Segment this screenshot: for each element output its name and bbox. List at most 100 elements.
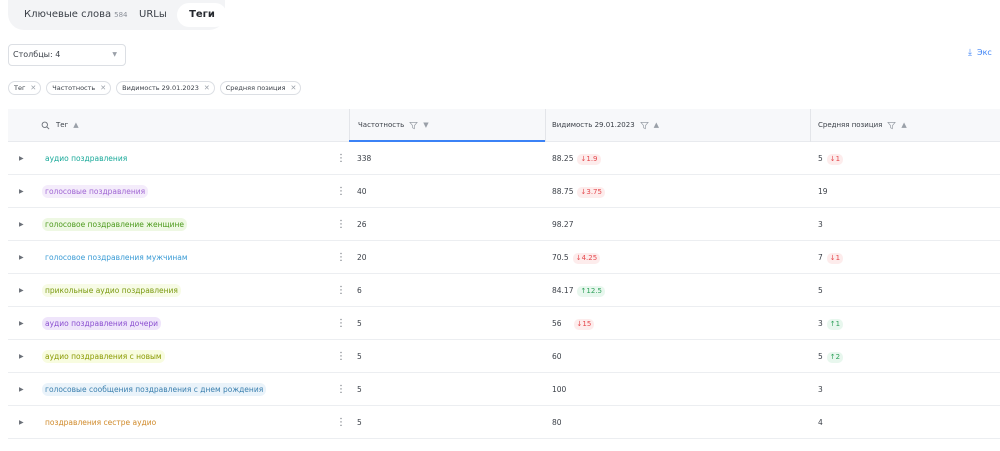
expand-icon[interactable]: ▶ — [19, 307, 24, 340]
tag-pill[interactable]: аудио поздравления — [42, 152, 131, 165]
expand-icon[interactable]: ▶ — [19, 241, 24, 274]
visibility-cell: 56 ↓15 — [552, 307, 595, 340]
tab-urls[interactable]: URLы — [139, 5, 167, 25]
visibility-cell: 84.17 ↑12.5 — [552, 274, 605, 307]
position-cell: 7 ↓1 — [818, 241, 844, 274]
visibility-cell: 88.25 ↓1.9 — [552, 142, 601, 175]
header-visibility[interactable]: Видимость 29.01.2023 ▲ — [552, 109, 659, 142]
visibility-delta-value: 12.5 — [586, 286, 602, 295]
visibility-value: 80 — [552, 418, 562, 427]
filter-icon[interactable] — [409, 121, 419, 130]
row-menu-icon[interactable]: ⋮ — [336, 406, 346, 439]
header-position[interactable]: Средняя позиция ▲ — [818, 109, 907, 142]
position-value: 3 — [818, 319, 823, 328]
frequency-cell: 5 — [357, 385, 362, 394]
visibility-value: 88.75 — [552, 187, 574, 196]
row-menu-icon[interactable]: ⋮ — [336, 307, 346, 340]
export-button[interactable]: ⤓ Экс — [968, 48, 992, 58]
chip-tag: Тег ✕ — [8, 81, 42, 95]
chevron-down-icon: ▼ — [112, 51, 117, 58]
visibility-value: 84.17 — [552, 286, 574, 295]
frequency-cell: 5 — [357, 352, 362, 361]
close-icon[interactable]: ✕ — [291, 82, 297, 94]
tag-pill[interactable]: голосовое поздравления мужчинам — [42, 251, 191, 264]
header-tag[interactable]: Тег ▲ — [41, 109, 79, 142]
table-row[interactable]: ▶ голосовое поздравления мужчинам ⋮ 20 70.5 ↓… — [8, 241, 1000, 274]
tag-pill[interactable]: поздравления сестре аудио — [42, 416, 160, 429]
visibility-cell: 100 — [552, 373, 566, 406]
frequency-cell: 26 — [357, 220, 367, 229]
visibility-delta-value: 15 — [582, 319, 592, 328]
table-row[interactable]: ▶ голосовые поздравления ⋮ 40 88.75 ↓3.75 19 — [8, 175, 1000, 208]
filter-icon[interactable] — [639, 121, 649, 130]
header-visibility-label: Видимость 29.01.2023 — [552, 121, 635, 129]
columns-select[interactable]: Столбцы: 4 ▼ — [8, 44, 126, 66]
filter-icon[interactable] — [887, 121, 897, 130]
expand-icon[interactable]: ▶ — [19, 142, 24, 175]
visibility-delta-value: 3.75 — [586, 187, 602, 196]
row-menu-icon[interactable]: ⋮ — [336, 274, 346, 307]
position-value: 3 — [818, 220, 823, 229]
row-menu-icon[interactable]: ⋮ — [336, 373, 346, 406]
visibility-value: 60 — [552, 352, 562, 361]
position-cell: 5 ↑2 — [818, 340, 844, 373]
close-icon[interactable]: ✕ — [204, 82, 210, 94]
position-delta-value: 1 — [835, 319, 841, 328]
header-frequency[interactable]: Частотность ▼ — [358, 109, 429, 142]
close-icon[interactable]: ✕ — [100, 82, 106, 94]
tag-pill[interactable]: аудио поздравления с новым — [42, 350, 165, 363]
tab-tags[interactable]: Теги — [177, 3, 227, 27]
chip-label: Частотность — [52, 84, 96, 92]
visibility-delta-value: 4.25 — [581, 253, 598, 262]
column-divider[interactable] — [810, 109, 811, 142]
tab-bar: Ключевые слова 584 URLы Теги — [8, 0, 227, 30]
row-menu-icon[interactable]: ⋮ — [336, 241, 346, 274]
expand-icon[interactable]: ▶ — [19, 373, 24, 406]
column-divider[interactable] — [545, 109, 546, 142]
sort-up-icon[interactable]: ▲ — [73, 109, 78, 142]
download-icon: ⤓ — [968, 48, 972, 58]
tag-pill[interactable]: голосовые поздравления — [42, 185, 149, 198]
visibility-delta-badge: ↓1.9 — [577, 153, 601, 165]
expand-icon[interactable]: ▶ — [19, 274, 24, 307]
table-row[interactable]: ▶ аудио поздравления ⋮ 338 88.25 ↓1.9 5 ↓1 — [8, 142, 1000, 175]
visibility-delta-badge: ↓4.25 — [572, 252, 601, 264]
position-delta-badge: ↑1 — [826, 318, 844, 330]
visibility-delta-value: 1.9 — [586, 154, 598, 163]
tag-pill[interactable]: голосовое поздравление женщине — [42, 218, 187, 231]
table-row[interactable]: ▶ поздравления сестре аудио ⋮ 5 80 4 — [8, 406, 1000, 439]
visibility-cell: 70.5 ↓4.25 — [552, 241, 601, 274]
visibility-cell: 88.75 ↓3.75 — [552, 175, 605, 208]
column-divider[interactable] — [349, 109, 350, 142]
sort-up-icon[interactable]: ▲ — [901, 109, 906, 142]
expand-icon[interactable]: ▶ — [19, 406, 24, 439]
close-icon[interactable]: ✕ — [30, 82, 36, 94]
position-cell: 3 — [818, 373, 823, 406]
row-menu-icon[interactable]: ⋮ — [336, 208, 346, 241]
table-row[interactable]: ▶ прикольные аудио поздравления ⋮ 6 84.17 ↑12… — [8, 274, 1000, 307]
frequency-cell: 338 — [357, 154, 372, 163]
row-menu-icon[interactable]: ⋮ — [336, 142, 346, 175]
tag-pill[interactable]: аудио поздравления дочери — [42, 317, 162, 330]
expand-icon[interactable]: ▶ — [19, 175, 24, 208]
table-row[interactable]: ▶ голосовые сообщения поздравления с днем… — [8, 373, 1000, 406]
tag-pill[interactable]: голосовые сообщения поздравления с днем … — [42, 383, 267, 396]
tag-pill[interactable]: прикольные аудио поздравления — [42, 284, 181, 297]
sort-up-icon[interactable]: ▲ — [654, 109, 659, 142]
sort-down-icon[interactable]: ▼ — [423, 109, 428, 142]
export-label: Экс — [976, 48, 992, 57]
tab-keywords-count: 584 — [114, 11, 128, 19]
row-menu-icon[interactable]: ⋮ — [336, 175, 346, 208]
tab-keywords[interactable]: Ключевые слова 584 — [24, 5, 128, 25]
expand-icon[interactable]: ▶ — [19, 340, 24, 373]
table-row[interactable]: ▶ аудио поздравления с новым ⋮ 5 60 5 ↑2 — [8, 340, 1000, 373]
table-row[interactable]: ▶ аудио поздравления дочери ⋮ 5 56 ↓15 3 ↑1 — [8, 307, 1000, 340]
search-icon[interactable] — [41, 121, 50, 130]
column-chips: Тег ✕ Частотность ✕ Видимость 29.01.2023 ✕ … — [8, 81, 302, 95]
table-row[interactable]: ▶ голосовое поздравление женщине ⋮ 26 98.27 3 — [8, 208, 1000, 241]
columns-select-label: Столбцы: 4 — [13, 50, 61, 59]
row-menu-icon[interactable]: ⋮ — [336, 340, 346, 373]
frequency-cell: 5 — [357, 418, 362, 427]
expand-icon[interactable]: ▶ — [19, 208, 24, 241]
visibility-value: 88.25 — [552, 154, 574, 163]
